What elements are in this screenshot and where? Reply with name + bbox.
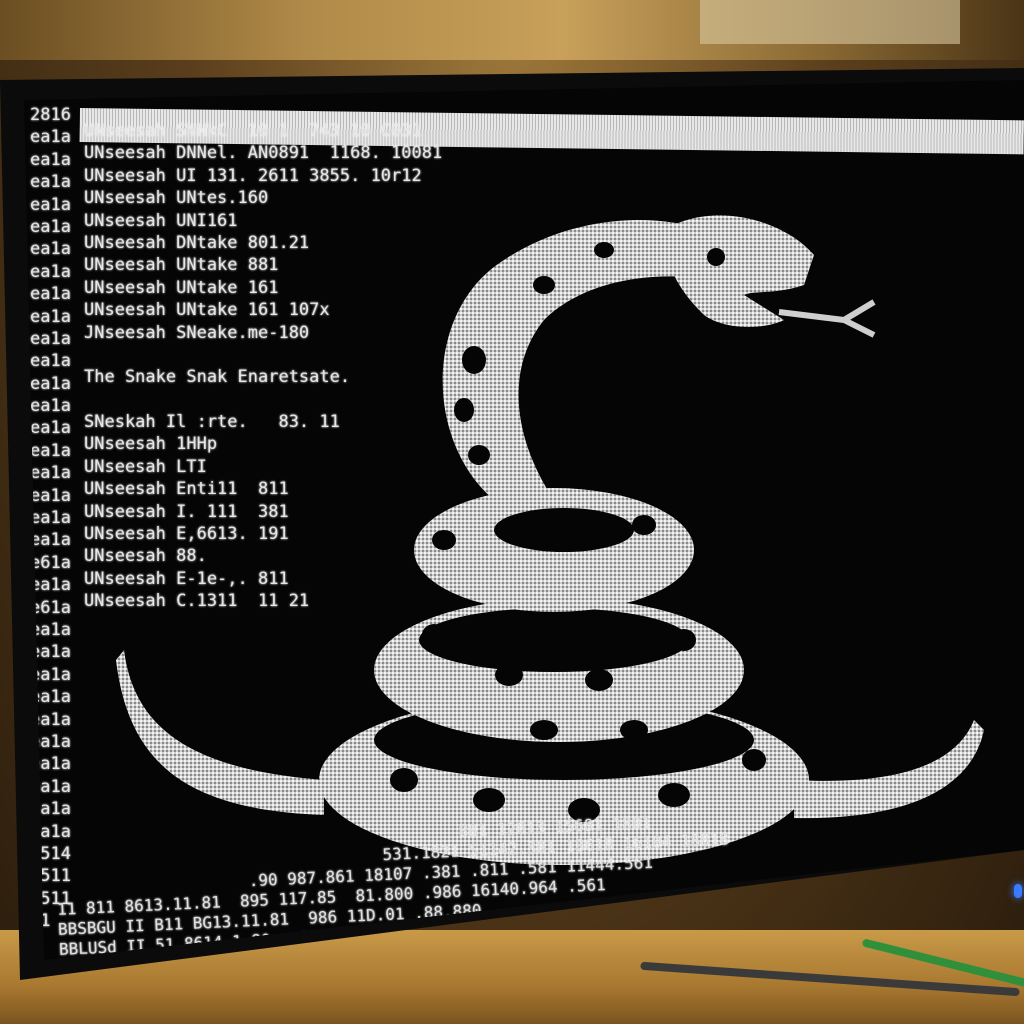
power-led-icon [1014,884,1022,898]
monitor-bezel: 2816 ea1a ea1a ea1a ea1a ea1a ea1a ea1a ea1a ea1a… [0,68,1024,980]
snake-eye [707,248,725,266]
background-poster [700,0,960,44]
terminal-screen[interactable]: 2816 ea1a ea1a ea1a ea1a ea1a ea1a ea1a ea1a ea1a… [24,80,1024,960]
snake-head [664,215,814,327]
snake-tongue [778,299,876,338]
snake-tail-left [116,650,324,815]
photo-scene: 2816 ea1a ea1a ea1a ea1a ea1a ea1a ea1a ea1a ea1a… [0,0,1024,1024]
